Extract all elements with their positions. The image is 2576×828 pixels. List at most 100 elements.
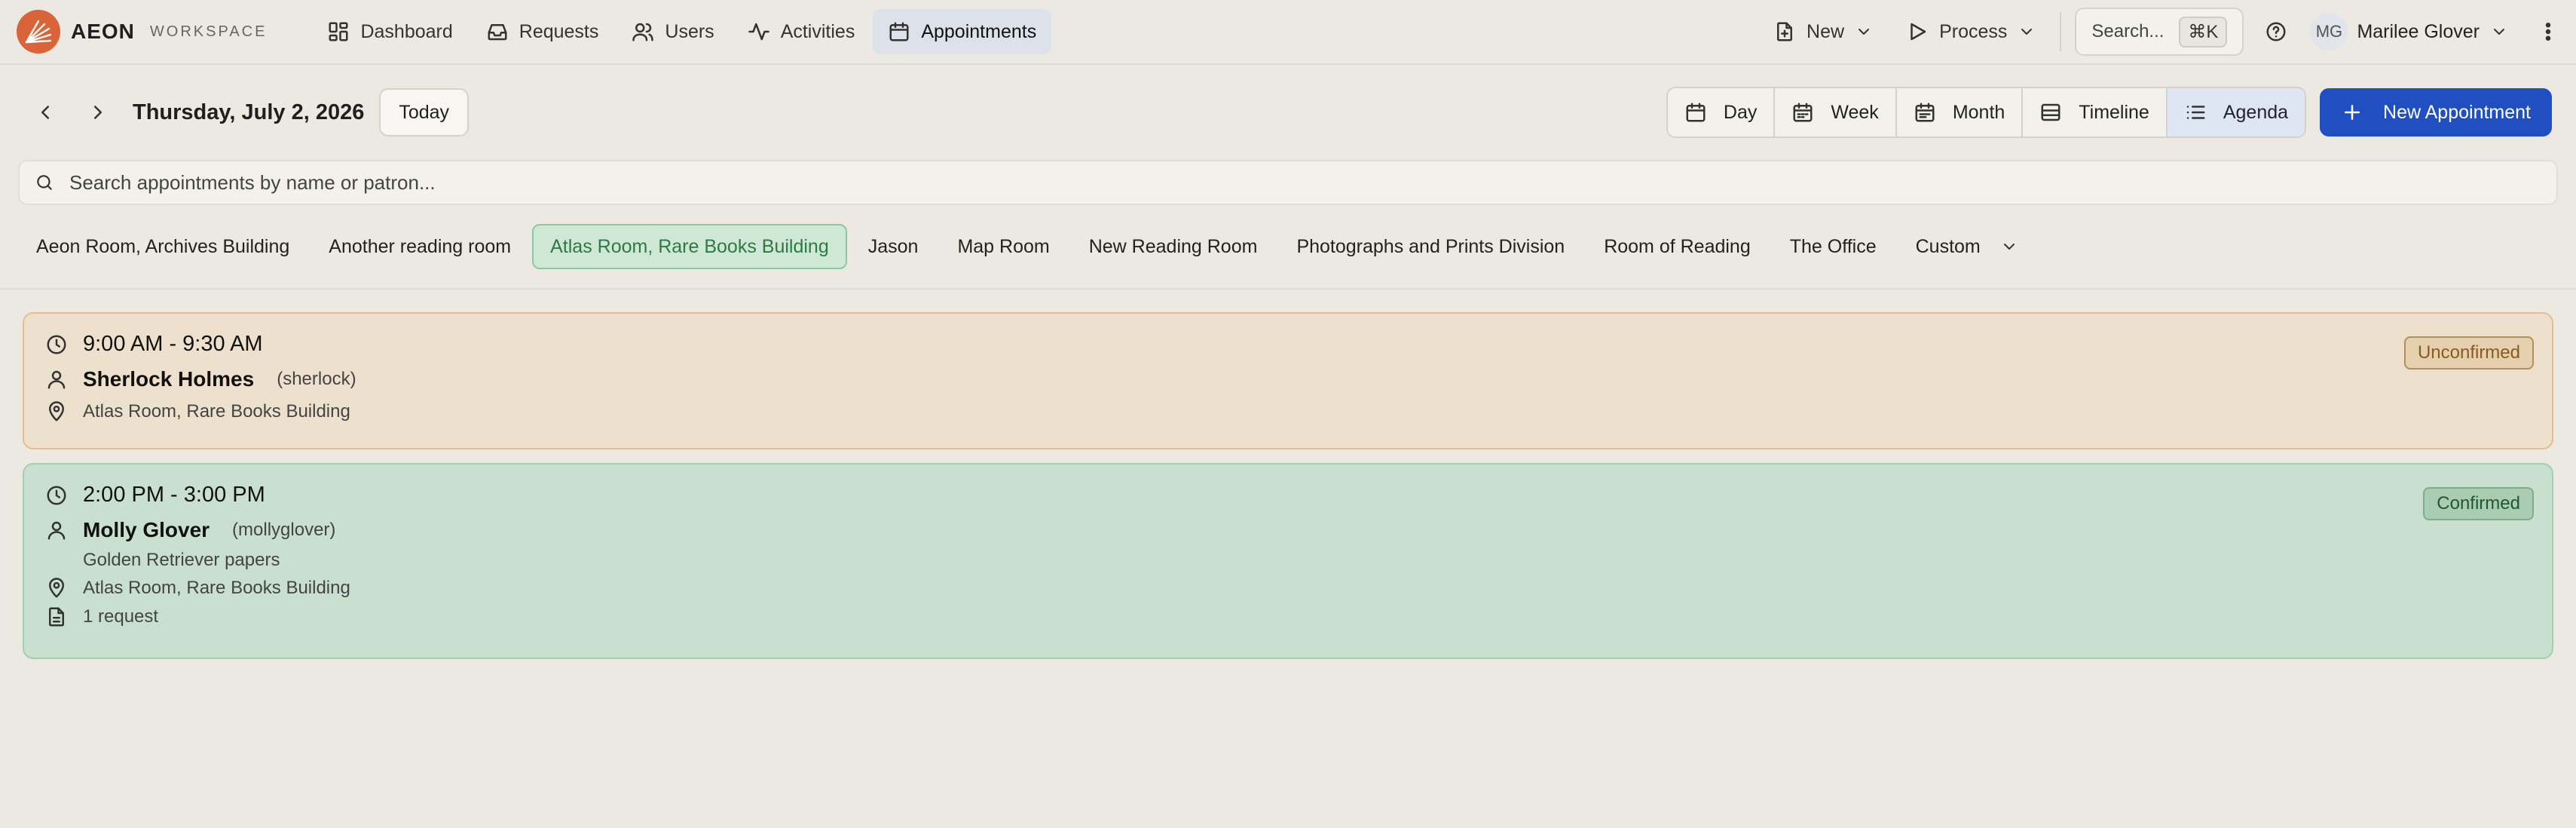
appointment-card[interactable]: 2:00 PM - 3:00 PM Molly Glover (mollyglo…	[23, 463, 2553, 659]
nav-requests-label: Requests	[519, 20, 599, 42]
nav-dashboard-label: Dashboard	[360, 20, 453, 42]
appointment-location-row: Atlas Room, Rare Books Building	[45, 400, 2531, 423]
patron-username: (sherlock)	[277, 369, 356, 389]
user-icon	[45, 519, 68, 541]
view-agenda-button[interactable]: Agenda	[2167, 88, 2305, 136]
view-timeline-button[interactable]: Timeline	[2023, 88, 2168, 136]
user-icon	[45, 368, 68, 391]
activity-icon	[748, 20, 770, 43]
process-menu-label: Process	[1939, 20, 2008, 42]
shortcut-badge: ⌘K	[2179, 16, 2228, 48]
nav-appointments[interactable]: Appointments	[873, 9, 1052, 54]
users-icon	[632, 20, 654, 43]
patron-name[interactable]: Sherlock Holmes	[83, 367, 254, 391]
map-pin-icon	[45, 400, 68, 423]
room-chip[interactable]: The Office	[1772, 224, 1895, 269]
view-day-label: Day	[1723, 101, 1758, 123]
appointment-card[interactable]: 9:00 AM - 9:30 AM Sherlock Holmes (sherl…	[23, 312, 2553, 449]
appointment-patron-row: Sherlock Holmes (sherlock)	[45, 367, 2531, 391]
new-menu-label: New	[1807, 20, 1845, 42]
status-badge: Confirmed	[2423, 487, 2534, 520]
room-chip[interactable]: New Reading Room	[1071, 224, 1276, 269]
calendar-icon	[1684, 101, 1707, 124]
divider	[2060, 12, 2062, 51]
file-text-icon	[45, 606, 68, 628]
map-pin-icon	[45, 577, 68, 600]
new-appointment-button[interactable]: New Appointment	[2320, 88, 2552, 136]
room-custom-label: Custom	[1915, 235, 1981, 257]
play-icon	[1906, 20, 1929, 43]
inbox-icon	[486, 20, 509, 43]
chevron-left-icon[interactable]	[24, 91, 66, 133]
appointment-requests[interactable]: 1 request	[83, 606, 158, 627]
nav-requests[interactable]: Requests	[471, 9, 614, 54]
chevron-down-icon	[2018, 23, 2036, 41]
clock-icon	[45, 333, 68, 356]
chevron-down-icon[interactable]	[2490, 23, 2508, 41]
room-custom-dropdown[interactable]: Custom	[1898, 224, 2036, 269]
global-search-label: Search...	[2091, 21, 2165, 41]
brand[interactable]: AEON WORKSPACE	[17, 10, 267, 54]
today-button[interactable]: Today	[379, 88, 470, 136]
nav-users[interactable]: Users	[616, 9, 729, 54]
appointment-time: 2:00 PM - 3:00 PM	[83, 483, 265, 507]
view-month-label: Month	[1952, 101, 2005, 123]
brand-sub: WORKSPACE	[149, 23, 268, 40]
appointment-location: Atlas Room, Rare Books Building	[83, 401, 350, 422]
room-chip[interactable]: Map Room	[939, 224, 1067, 269]
dashboard-icon	[327, 20, 350, 43]
room-chip[interactable]: Aeon Room, Archives Building	[18, 224, 307, 269]
calendar-month-icon	[1914, 101, 1936, 124]
room-chip[interactable]: Jason	[850, 224, 937, 269]
calendar-toolbar: Thursday, July 2, 2026 Today Day Week Mo…	[0, 65, 2576, 160]
patron-name[interactable]: Molly Glover	[83, 518, 210, 542]
room-chip-active[interactable]: Atlas Room, Rare Books Building	[532, 224, 847, 269]
user-name[interactable]: Marilee Glover	[2357, 21, 2480, 43]
appointment-search-input[interactable]	[68, 170, 2541, 195]
appointment-time-row: 9:00 AM - 9:30 AM	[45, 332, 2531, 357]
timeline-icon	[2039, 101, 2062, 124]
nav-activities-label: Activities	[780, 20, 855, 42]
view-week-label: Week	[1831, 101, 1879, 123]
avatar[interactable]: MG	[2310, 13, 2348, 51]
chevron-right-icon[interactable]	[77, 91, 119, 133]
search-icon	[35, 173, 54, 192]
room-filter-bar: Aeon Room, Archives Building Another rea…	[0, 205, 2576, 290]
view-switcher: Day Week Month Timeline Agenda	[1666, 87, 2307, 138]
room-chip[interactable]: Room of Reading	[1586, 224, 1769, 269]
room-chip[interactable]: Photographs and Prints Division	[1278, 224, 1583, 269]
list-icon	[2184, 101, 2207, 124]
view-agenda-label: Agenda	[2223, 101, 2289, 123]
process-menu-button[interactable]: Process	[1889, 9, 2052, 54]
appointment-location-row: Atlas Room, Rare Books Building	[45, 577, 2531, 600]
global-search-button[interactable]: Search... ⌘K	[2075, 8, 2244, 56]
appointment-time-row: 2:00 PM - 3:00 PM	[45, 483, 2531, 508]
calendar-week-icon	[1791, 101, 1814, 124]
new-menu-button[interactable]: New	[1757, 9, 1889, 54]
current-date: Thursday, July 2, 2026	[133, 100, 365, 124]
calendar-icon	[888, 20, 910, 43]
appointment-requests-row: 1 request	[45, 606, 2531, 628]
patron-username: (mollyglover)	[232, 520, 336, 540]
nav-dashboard[interactable]: Dashboard	[312, 9, 467, 54]
more-vertical-icon[interactable]	[2537, 20, 2559, 43]
view-month-button[interactable]: Month	[1897, 88, 2024, 136]
appointment-list: 9:00 AM - 9:30 AM Sherlock Holmes (sherl…	[0, 290, 2576, 695]
chevron-down-icon	[2000, 238, 2018, 256]
appointment-patron-row: Molly Glover (mollyglover)	[45, 518, 2531, 542]
appointment-time: 9:00 AM - 9:30 AM	[83, 332, 263, 356]
nav-activities[interactable]: Activities	[733, 9, 870, 54]
appointment-search	[18, 160, 2558, 205]
nav-appointments-label: Appointments	[921, 20, 1037, 42]
brand-name: AEON	[71, 20, 135, 43]
room-chip[interactable]: Another reading room	[311, 224, 529, 269]
view-week-button[interactable]: Week	[1775, 88, 1897, 136]
view-timeline-label: Timeline	[2079, 101, 2149, 123]
help-icon[interactable]	[2265, 20, 2287, 43]
top-nav: AEON WORKSPACE Dashboard Requests Users …	[0, 0, 2576, 65]
view-day-button[interactable]: Day	[1668, 88, 1776, 136]
status-badge: Unconfirmed	[2403, 336, 2534, 370]
clock-icon	[45, 484, 68, 507]
new-appointment-label: New Appointment	[2383, 101, 2531, 123]
aeon-logo-icon	[17, 10, 60, 54]
